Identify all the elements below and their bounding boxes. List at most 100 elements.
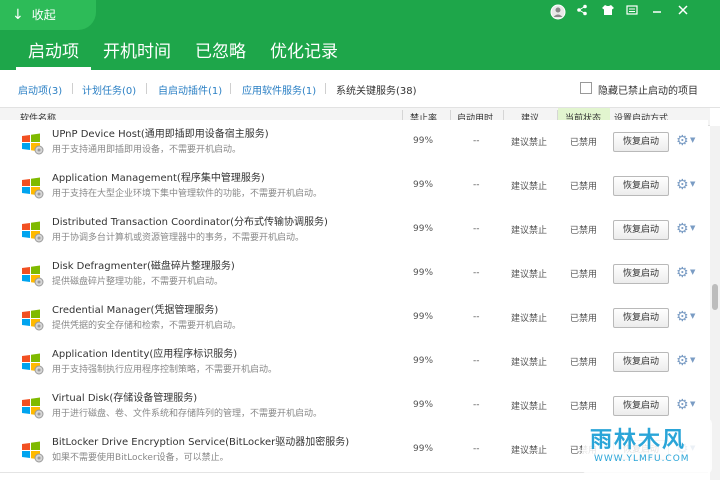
advice-text: 建议禁止 (511, 402, 548, 412)
service-name: Virtual Disk(存储设备管理服务) (52, 393, 198, 404)
filter-divider (72, 83, 73, 94)
filter-autostart-plugins[interactable]: 自启动插件(1) (158, 82, 222, 97)
chevron-down-icon[interactable]: ▼ (690, 268, 695, 276)
restore-startup-button[interactable]: 恢复启动 (613, 132, 669, 152)
disable-rate: 99% (413, 136, 434, 146)
boot-time: -- (473, 312, 480, 322)
down-arrow-icon: ↓ (12, 7, 24, 23)
app-header: ↓ 收起 启动项 开机时间 已忽略 优化记录 (0, 0, 720, 70)
windows-service-icon (22, 177, 44, 199)
filter-divider (230, 83, 231, 94)
chevron-down-icon[interactable]: ▼ (690, 224, 695, 232)
service-description: 用于支持通用即插即用设备，不需要开机启动。 (52, 145, 242, 155)
gear-icon[interactable]: ⚙ (676, 177, 689, 193)
shirt-icon[interactable] (598, 3, 618, 23)
close-icon[interactable] (673, 3, 693, 23)
filter-system-services[interactable]: 系统关键服务(38) (336, 82, 417, 97)
windows-service-icon (22, 265, 44, 287)
header-tabs: 启动项 开机时间 已忽略 优化记录 (0, 36, 350, 70)
gear-icon[interactable]: ⚙ (676, 309, 689, 325)
restore-startup-button[interactable]: 恢复启动 (613, 220, 669, 240)
table-row: Application Management(程序集中管理服务) 用于支持在大型… (0, 164, 708, 209)
advice-text: 建议禁止 (511, 138, 548, 148)
watermark-logo: 雨林木风 WWW.YLMFU.COM (582, 418, 712, 474)
minimize-icon[interactable] (647, 3, 667, 23)
filter-scheduled-tasks[interactable]: 计划任务(0) (82, 82, 136, 97)
collapse-button[interactable]: ↓ 收起 (0, 0, 96, 30)
windows-service-icon (22, 133, 44, 155)
gear-icon[interactable]: ⚙ (676, 397, 689, 413)
advice-text: 建议禁止 (511, 314, 548, 324)
avatar-icon[interactable] (548, 4, 568, 24)
chevron-down-icon[interactable]: ▼ (690, 356, 695, 364)
service-description: 如果不需要使用BitLocker设备，可以禁止。 (52, 453, 229, 463)
service-name: Application Identity(应用程序标识服务) (52, 349, 238, 360)
table-row: UPnP Device Host(通用即插即用设备宿主服务) 用于支持通用即插即… (0, 120, 708, 165)
gear-icon[interactable]: ⚙ (676, 133, 689, 149)
gear-icon[interactable]: ⚙ (676, 221, 689, 237)
table-row: Credential Manager(凭据管理服务) 提供凭据的安全存储和检索，… (0, 296, 708, 341)
windows-service-icon (22, 397, 44, 419)
status-text: 已禁用 (570, 226, 598, 236)
windows-service-icon (22, 441, 44, 463)
boot-time: -- (473, 400, 480, 410)
restore-startup-button[interactable]: 恢复启动 (613, 176, 669, 196)
advice-text: 建议禁止 (511, 226, 548, 236)
service-description: 提供凭据的安全存储和检索，不需要开机启动。 (52, 321, 242, 331)
scrollbar-thumb[interactable] (712, 284, 718, 310)
service-description: 用于支持强制执行应用程序控制策略，不需要开机启动。 (52, 365, 278, 375)
share-icon[interactable] (572, 3, 592, 23)
tab-ignored[interactable]: 已忽略 (183, 38, 258, 70)
restore-startup-button[interactable]: 恢复启动 (613, 308, 669, 328)
hide-disabled-checkbox[interactable] (580, 82, 592, 94)
windows-service-icon (22, 309, 44, 331)
disable-rate: 99% (413, 224, 434, 234)
chevron-down-icon[interactable]: ▼ (690, 312, 695, 320)
watermark-text: 雨林木风 (590, 428, 687, 453)
chevron-down-icon[interactable]: ▼ (690, 136, 695, 144)
table-row: Application Identity(应用程序标识服务) 用于支持强制执行应… (0, 340, 708, 385)
service-name: Credential Manager(凭据管理服务) (52, 305, 219, 316)
disable-rate: 99% (413, 400, 434, 410)
disable-rate: 99% (413, 268, 434, 278)
table-row: Disk Defragmenter(磁盘碎片整理服务) 提供磁盘碎片整理功能，不… (0, 252, 708, 297)
boot-time: -- (473, 224, 480, 234)
service-name: Distributed Transaction Coordinator(分布式传… (52, 217, 328, 228)
filter-startup-items[interactable]: 启动项(3) (18, 82, 62, 97)
boot-time: -- (473, 136, 480, 146)
service-description: 用于支持在大型企业环境下集中管理软件的功能，不需要开机启动。 (52, 189, 323, 199)
disable-rate: 99% (413, 444, 434, 454)
boot-time: -- (473, 268, 480, 278)
service-description: 提供磁盘碎片整理功能，不需要开机启动。 (52, 277, 224, 287)
tab-boot-time[interactable]: 开机时间 (91, 38, 183, 70)
tab-optimize-log[interactable]: 优化记录 (258, 38, 350, 70)
status-text: 已禁用 (570, 138, 598, 148)
restore-startup-button[interactable]: 恢复启动 (613, 352, 669, 372)
gear-icon[interactable]: ⚙ (676, 265, 689, 281)
gear-icon[interactable]: ⚙ (676, 353, 689, 369)
collapse-label: 收起 (31, 8, 56, 22)
disable-rate: 99% (413, 180, 434, 190)
status-text: 已禁用 (570, 314, 598, 324)
filter-app-services[interactable]: 应用软件服务(1) (242, 82, 316, 97)
advice-text: 建议禁止 (511, 270, 548, 280)
restore-startup-button[interactable]: 恢复启动 (613, 264, 669, 284)
service-name: BitLocker Drive Encryption Service(BitLo… (52, 437, 350, 448)
boot-time: -- (473, 180, 480, 190)
hide-disabled-label: 隐藏已禁止启动的项目 (598, 86, 698, 97)
filter-bar: 启动项(3) 计划任务(0) 自启动插件(1) 应用软件服务(1) 系统关键服务… (0, 70, 720, 108)
windows-service-icon (22, 353, 44, 375)
service-name: Disk Defragmenter(磁盘碎片整理服务) (52, 261, 235, 272)
tab-startup-items[interactable]: 启动项 (16, 38, 91, 70)
windows-service-icon (22, 221, 44, 243)
restore-startup-button[interactable]: 恢复启动 (613, 396, 669, 416)
boot-time: -- (473, 356, 480, 366)
menu-icon[interactable] (622, 3, 642, 23)
advice-text: 建议禁止 (511, 358, 548, 368)
service-description: 用于协调多台计算机或资源管理器中的事务，不需要开机启动。 (52, 233, 305, 243)
chevron-down-icon[interactable]: ▼ (690, 400, 695, 408)
chevron-down-icon[interactable]: ▼ (690, 180, 695, 188)
disable-rate: 99% (413, 312, 434, 322)
advice-text: 建议禁止 (511, 182, 548, 192)
service-name: UPnP Device Host(通用即插即用设备宿主服务) (52, 129, 269, 140)
